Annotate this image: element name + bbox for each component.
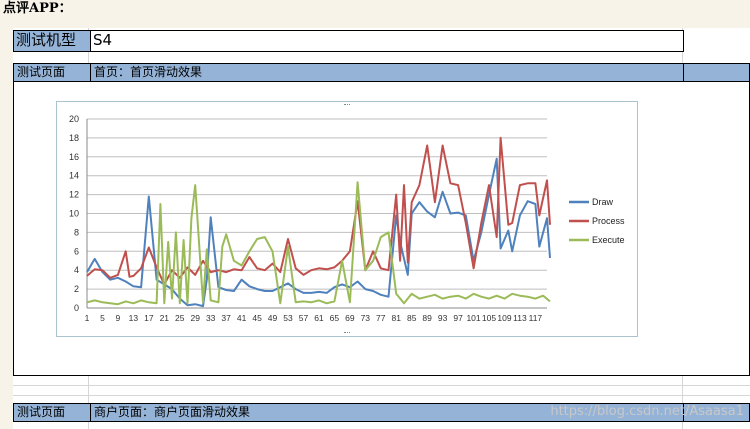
page1-label: 测试页面 [17, 65, 66, 79]
model-value: S4 [93, 31, 113, 49]
x-tick-label: 33 [206, 313, 216, 323]
x-tick-label: 69 [345, 313, 355, 323]
line-chart: 0 2 4 6 8 10 12 14 16 18 20 1 5 9 13 17 21 25 29 33 37 41 45 49… [69, 114, 625, 323]
x-tick-label: 101 [466, 313, 480, 323]
y-tick-label: 8 [74, 227, 79, 237]
x-tick-label: 57 [299, 313, 309, 323]
x-tick-label: 21 [160, 313, 170, 323]
y-tick-label: 4 [74, 265, 79, 275]
y-tick-label: 14 [69, 171, 79, 181]
x-tick-label: 37 [221, 313, 231, 323]
page1-extra-cell[interactable] [683, 63, 750, 82]
y-tick-label: 6 [74, 246, 79, 256]
x-tick-label: 1 [85, 313, 90, 323]
x-tick-label: 17 [144, 313, 154, 323]
x-tick-label: 5 [100, 313, 105, 323]
x-tick-label: 49 [268, 313, 278, 323]
x-tick-label: 77 [376, 313, 386, 323]
page2-label: 测试页面 [17, 405, 66, 419]
grid-line [13, 395, 750, 396]
y-tick-label: 10 [69, 209, 79, 219]
x-tick-label: 89 [422, 313, 432, 323]
x-tick-label: 85 [407, 313, 417, 323]
x-tick-label: 113 [513, 313, 527, 323]
watermark: https://blog.csdn.net/Asaasa1 [550, 404, 744, 419]
x-tick-label: 73 [361, 313, 371, 323]
x-tick-label: 81 [392, 313, 402, 323]
x-tick-label: 9 [116, 313, 121, 323]
y-tick-label: 20 [69, 114, 79, 124]
x-tick-label: 61 [314, 313, 324, 323]
y-tick-label: 0 [74, 303, 79, 313]
model-value-cell[interactable]: S4 [90, 30, 684, 52]
page2-label-cell[interactable]: 测试页面 [13, 403, 91, 422]
embedded-chart[interactable]: 0 2 4 6 8 10 12 14 16 18 20 1 5 9 13 17 21 25 29 33 37 41 45 49… [56, 101, 638, 337]
x-tick-label: 45 [252, 313, 262, 323]
x-tick-label: 41 [237, 313, 247, 323]
x-tick-label: 117 [529, 313, 543, 323]
page1-value-cell[interactable]: 首页：首页滑动效果 [90, 63, 684, 82]
page2-value: 商户页面：商户页面滑动效果 [94, 405, 251, 419]
series-line-process [86, 136, 551, 286]
section-heading: 点评APP： [3, 1, 72, 16]
y-tick-label: 12 [69, 190, 79, 200]
grid-line [13, 385, 750, 386]
page1-value: 首页：首页滑动效果 [94, 65, 203, 79]
model-label: 测试机型 [16, 31, 77, 49]
x-tick-label: 97 [453, 313, 463, 323]
legend-label-execute: Execute [592, 235, 625, 245]
model-label-cell[interactable]: 测试机型 [13, 30, 91, 52]
x-tick-label: 13 [129, 313, 139, 323]
x-tick-label: 65 [330, 313, 340, 323]
x-tick-label: 105 [482, 313, 496, 323]
x-tick-label: 29 [191, 313, 201, 323]
page1-label-cell[interactable]: 测试页面 [13, 63, 91, 82]
x-tick-label: 25 [175, 313, 185, 323]
y-tick-label: 16 [69, 152, 79, 162]
legend-label-process: Process [592, 216, 625, 226]
y-tick-label: 2 [74, 284, 79, 294]
legend-label-draw: Draw [592, 197, 614, 207]
series-line-execute [86, 181, 551, 306]
x-tick-label: 93 [438, 313, 448, 323]
x-tick-label: 109 [497, 313, 511, 323]
y-tick-label: 18 [69, 133, 79, 143]
x-tick-label: 53 [283, 313, 293, 323]
